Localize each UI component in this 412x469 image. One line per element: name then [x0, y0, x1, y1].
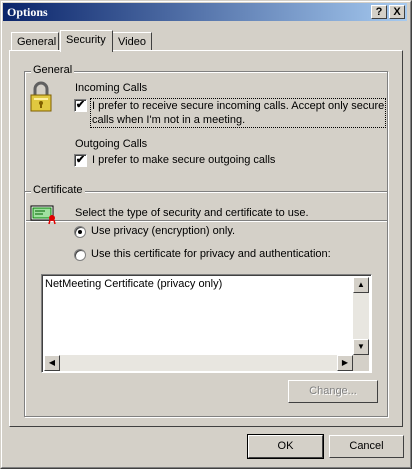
tab-video[interactable]: Video [112, 32, 152, 52]
ok-button[interactable]: OK [247, 434, 324, 459]
scroll-up-arrow-icon[interactable]: ▲ [353, 277, 369, 293]
title-bar[interactable]: Options ? X [3, 3, 407, 21]
change-button[interactable]: Change... [288, 380, 378, 403]
radio-selected-dot [78, 230, 82, 234]
scroll-left-arrow-icon[interactable]: ◀ [44, 355, 60, 371]
window-title: Options [7, 5, 48, 19]
security-tab-panel: General Incoming Calls ✔ I prefer to rec… [9, 50, 403, 427]
tab-general[interactable]: General [11, 32, 59, 52]
help-button[interactable]: ? [371, 5, 387, 19]
scroll-down-arrow-icon[interactable]: ▼ [353, 339, 369, 355]
secure-incoming-line1: I prefer to receive secure incoming call… [92, 100, 385, 112]
certificate-instructions: Select the type of security and certific… [75, 207, 309, 219]
options-dialog: Options ? X General Security Video Gener… [0, 0, 412, 469]
secure-incoming-checkbox[interactable]: ✔ [74, 99, 87, 112]
privacy-only-radio[interactable] [74, 226, 86, 238]
general-group-label: General [31, 64, 75, 76]
secure-outgoing-label[interactable]: I prefer to make secure outgoing calls [92, 154, 275, 166]
secure-incoming-line2: calls when I'm not in a meeting. [92, 114, 246, 126]
close-button[interactable]: X [389, 5, 405, 19]
tab-security[interactable]: Security [60, 30, 113, 52]
incoming-calls-label: Incoming Calls [75, 82, 148, 94]
secure-outgoing-checkbox[interactable]: ✔ [74, 154, 87, 167]
scroll-right-arrow-icon[interactable]: ▶ [337, 355, 353, 371]
cancel-button[interactable]: Cancel [329, 435, 404, 458]
privacy-only-label[interactable]: Use privacy (encryption) only. [91, 225, 235, 237]
certificate-icon [30, 205, 56, 225]
scrollbar-corner [353, 355, 369, 371]
horizontal-scrollbar[interactable]: ◀ ▶ [44, 355, 353, 371]
use-certificate-label[interactable]: Use this certificate for privacy and aut… [91, 248, 331, 260]
secure-incoming-label[interactable]: I prefer to receive secure incoming call… [89, 98, 387, 128]
outgoing-calls-label: Outgoing Calls [75, 138, 148, 150]
use-certificate-radio[interactable] [74, 249, 86, 261]
certificate-list-item[interactable]: NetMeeting Certificate (privacy only) [45, 278, 222, 290]
lock-icon [30, 81, 52, 112]
certificate-group-label: Certificate [31, 184, 85, 196]
certificate-listbox[interactable]: NetMeeting Certificate (privacy only) ▲ … [41, 274, 372, 373]
vertical-scrollbar[interactable]: ▲ ▼ [353, 277, 369, 355]
